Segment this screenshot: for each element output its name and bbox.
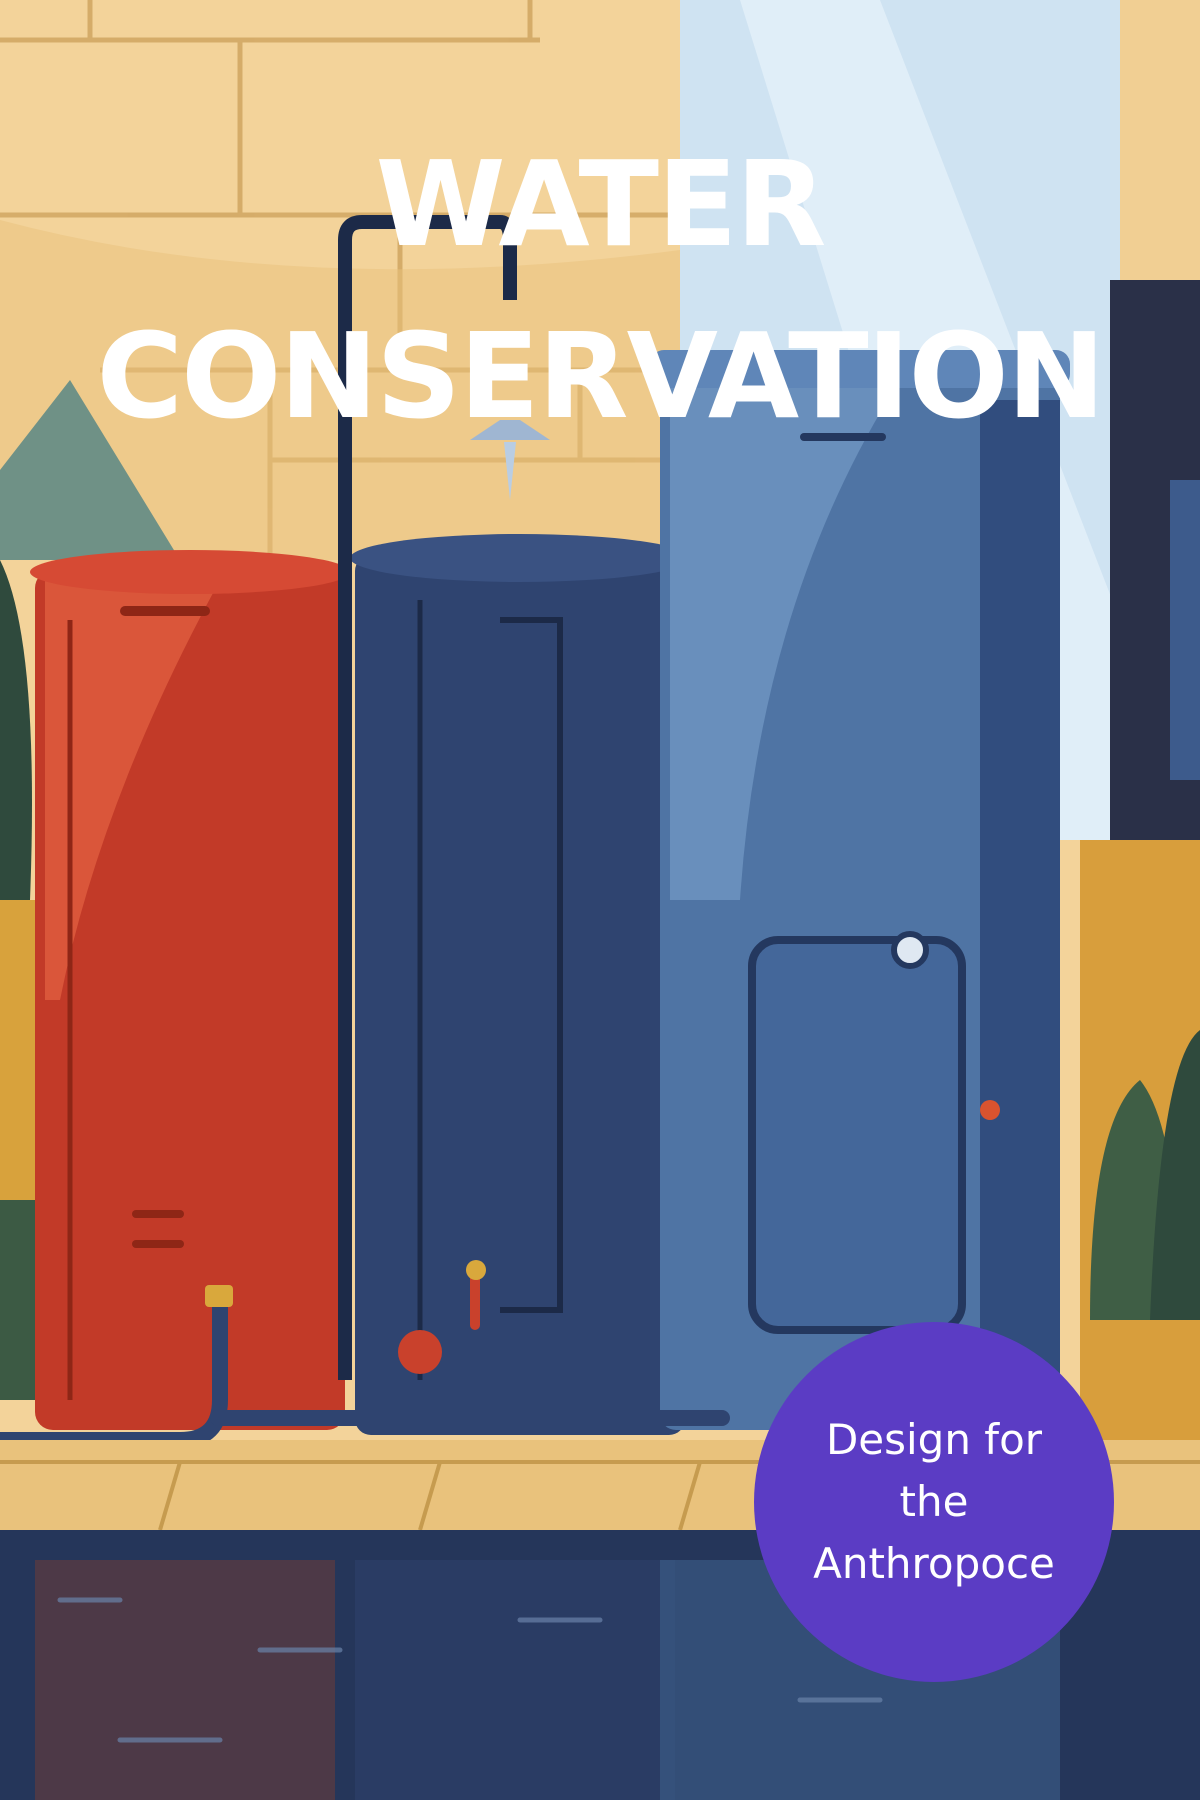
poster: WATER CONSERVATION Design for the Anthro… (0, 0, 1200, 1800)
navy-tank-valve (398, 1330, 442, 1374)
title-line-1: WATER (375, 135, 827, 273)
badge-line-3: Anthropoce (813, 1539, 1055, 1588)
left-planter (0, 900, 40, 1200)
navy-tank-body (355, 555, 685, 1435)
reflection-red (35, 1560, 335, 1800)
red-tank-rib-2 (132, 1240, 184, 1248)
badge-line-1: Design for (825, 1415, 1043, 1464)
red-tank-rib (132, 1210, 184, 1218)
blue-tank-bolt (891, 931, 929, 969)
badge-line-2: the (899, 1477, 969, 1526)
blue-tank-shadow-side (980, 400, 1060, 1420)
series-badge: Design for the Anthropoce (754, 1322, 1114, 1682)
blue-tank-valve (980, 1100, 1000, 1120)
navy-tank-lid (350, 534, 690, 582)
red-tank-handle (120, 606, 210, 616)
pipe-valve-cap (205, 1285, 233, 1307)
title-line-2: CONSERVATION (96, 307, 1105, 445)
red-tank-lid (30, 550, 350, 594)
blue-tank-hatch (748, 936, 966, 1334)
page-title: WATER CONSERVATION (0, 118, 1200, 462)
ground-pipe-main (210, 1410, 730, 1426)
right-panel (1170, 480, 1200, 780)
navy-tank-tap-knob (466, 1260, 486, 1280)
reflection-navy (355, 1560, 675, 1800)
